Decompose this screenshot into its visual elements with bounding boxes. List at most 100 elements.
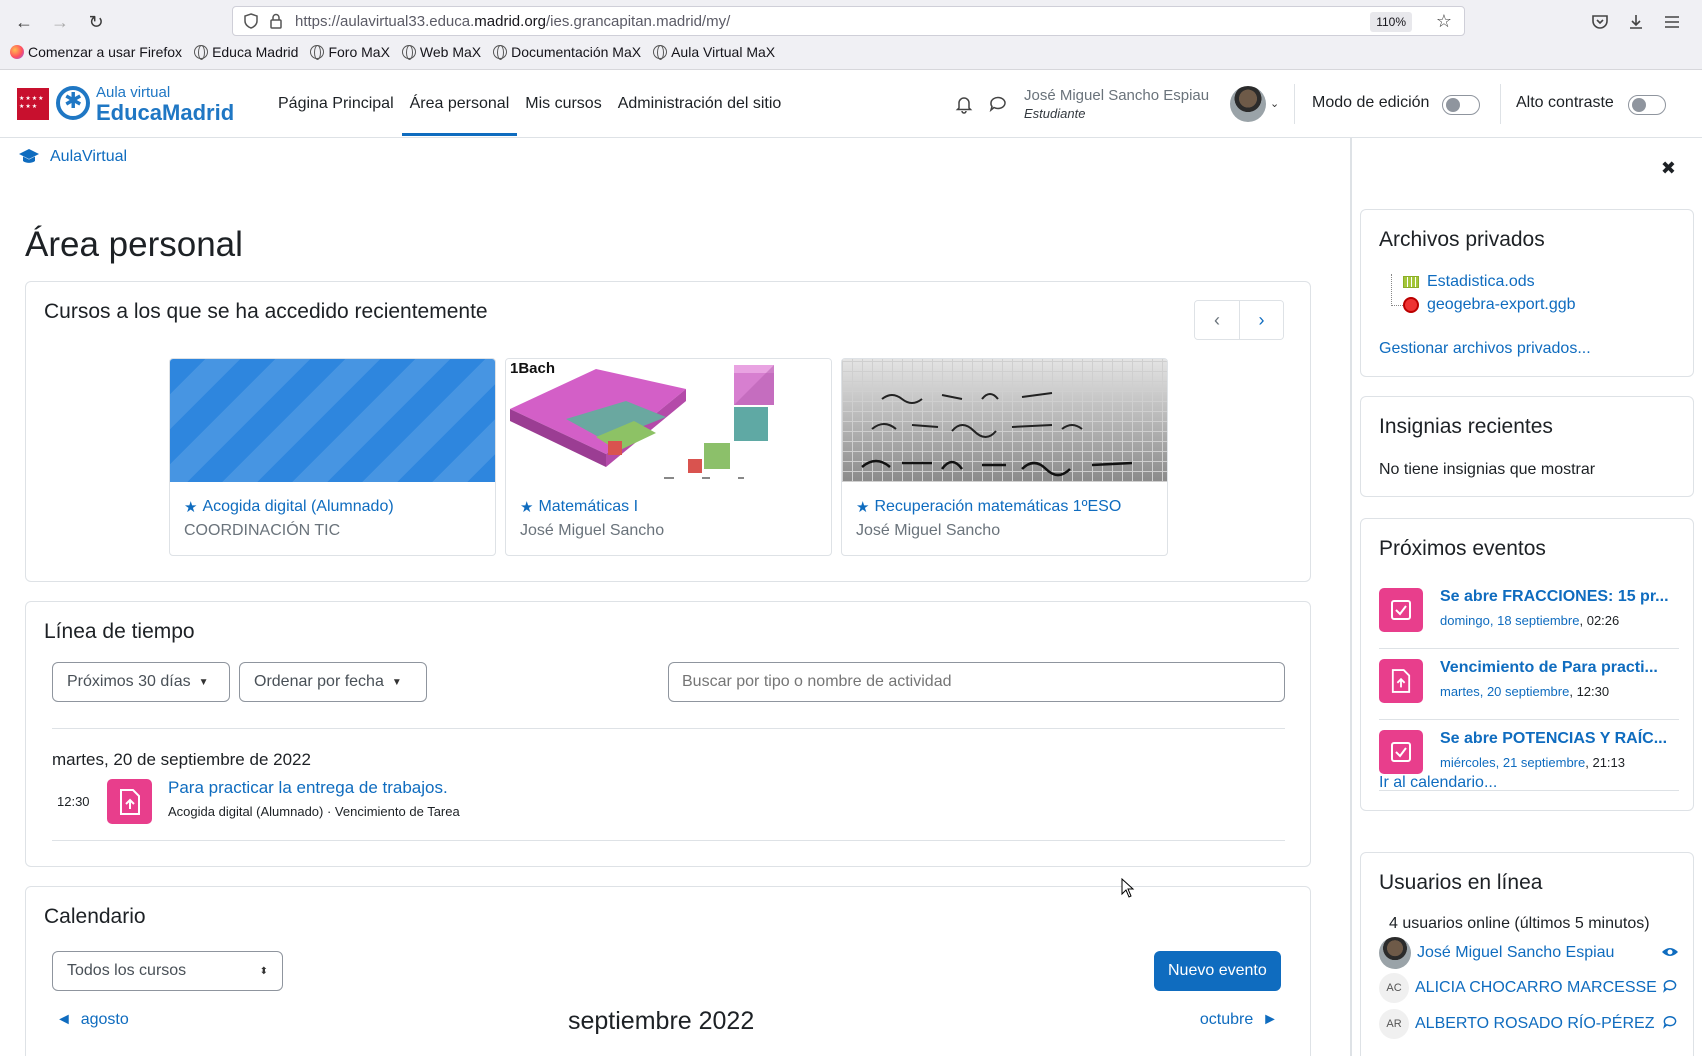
avatar[interactable] <box>1230 86 1266 122</box>
nav-dashboard[interactable]: Área personal <box>401 70 518 138</box>
course-image[interactable] <box>170 359 495 482</box>
recent-badges-block: Insignias recientes No tiene insignias q… <box>1360 396 1694 497</box>
bell-icon[interactable] <box>954 94 974 114</box>
calendar-block: Calendario Todos los cursos ⬍ Nuevo event… <box>25 886 1311 1056</box>
file-item[interactable]: Estadistica.ods <box>1403 273 1535 291</box>
new-event-button[interactable]: Nuevo evento <box>1154 951 1281 991</box>
course-teacher: José Miguel Sancho <box>520 522 665 539</box>
menu-icon[interactable] <box>1660 10 1684 34</box>
chevron-down-icon: ▼ <box>198 676 209 688</box>
globe-icon <box>653 45 668 60</box>
madrid-flag-logo[interactable] <box>17 88 49 120</box>
upcoming-event-item[interactable]: Vencimiento de Para practi... martes, 20… <box>1379 659 1679 715</box>
primary-navigation: Página Principal Área personal Mis curso… <box>270 70 789 138</box>
logo-title[interactable]: EducaMadrid <box>96 100 234 126</box>
previous-month-link[interactable]: ◄ agosto <box>56 1011 129 1029</box>
reload-icon[interactable]: ↻ <box>82 10 110 34</box>
course-link[interactable]: ★ Matemáticas I <box>520 498 638 516</box>
timeline-sort-filter[interactable]: Ordenar por fecha ▼ <box>239 662 427 702</box>
site-header: Aula virtual EducaMadrid Página Principa… <box>0 70 1702 138</box>
svg-text:1Bach: 1Bach <box>510 360 555 377</box>
chevron-down-icon[interactable]: ⌄ <box>1270 97 1279 110</box>
event-title[interactable]: Se abre POTENCIAS Y RAÍC... <box>1440 730 1667 748</box>
timeline-day-filter[interactable]: Próximos 30 días ▼ <box>52 662 230 702</box>
go-to-calendar-link[interactable]: Ir al calendario... <box>1379 774 1497 792</box>
course-card[interactable]: ★ Acogida digital (Alumnado) COORDINACIÓN… <box>169 358 496 556</box>
bookmark-item[interactable]: Foro MaX <box>310 44 390 60</box>
online-user-item[interactable]: AC ALICIA CHOCARRO MARCESSE <box>1379 973 1679 1003</box>
shield-icon <box>244 13 258 29</box>
mouse-cursor-icon <box>1121 878 1135 898</box>
timeline-event-time: 12:30 <box>57 794 90 809</box>
chevron-right-icon[interactable]: › <box>1239 301 1283 339</box>
bookmark-item[interactable]: Web MaX <box>401 44 481 60</box>
star-icon: ★ <box>520 499 534 516</box>
course-card[interactable]: ★ Recuperación matemáticas 1ºESO José Mig… <box>841 358 1168 556</box>
edit-mode-label: Modo de edición <box>1312 94 1430 111</box>
calendar-course-filter[interactable]: Todos los cursos ⬍ <box>52 951 283 991</box>
eye-icon[interactable] <box>1661 945 1679 962</box>
chevron-left-icon[interactable]: ‹ <box>1195 301 1239 339</box>
arrow-right-icon: ► <box>1262 1011 1278 1028</box>
file-item[interactable]: geogebra-export.ggb <box>1403 296 1576 314</box>
nav-site-admin[interactable]: Administración del sitio <box>610 70 790 138</box>
edit-mode-toggle[interactable] <box>1442 95 1480 115</box>
close-icon[interactable]: ✖ <box>1661 158 1676 179</box>
carousel-nav: ‹ › <box>1194 300 1284 340</box>
back-icon[interactable]: ← <box>10 10 38 34</box>
course-card[interactable]: 1Bach ★ Matemáticas I José Miguel Sancho <box>505 358 832 556</box>
high-contrast-toggle[interactable] <box>1628 95 1666 115</box>
forward-icon[interactable]: → <box>46 10 74 34</box>
educamadrid-logo-icon[interactable] <box>56 86 90 120</box>
timeline-event-link[interactable]: Para practicar la entrega de trabajos. <box>168 778 448 798</box>
message-icon[interactable] <box>1661 1014 1679 1034</box>
course-link[interactable]: ★ Recuperación matemáticas 1ºESO <box>856 498 1121 516</box>
event-title[interactable]: Vencimiento de Para practi... <box>1440 659 1658 677</box>
next-month-link[interactable]: octubre ► <box>1200 1011 1278 1029</box>
assignment-icon <box>1379 659 1423 703</box>
pocket-icon[interactable] <box>1588 10 1612 34</box>
page-title: Área personal <box>25 225 243 264</box>
upcoming-events-block: Próximos eventos Se abre FRACCIONES: 15 … <box>1360 518 1694 811</box>
event-date: martes, 20 septiembre, 12:30 <box>1440 684 1610 699</box>
bookmark-item[interactable]: Aula Virtual MaX <box>653 44 775 60</box>
graduation-cap-icon <box>19 149 39 163</box>
course-link[interactable]: ★ Acogida digital (Alumnado) <box>184 498 394 516</box>
bookmark-item[interactable]: Comenzar a usar Firefox <box>10 44 182 60</box>
course-image[interactable]: 1Bach <box>506 359 831 482</box>
messages-icon[interactable] <box>988 94 1008 114</box>
divider <box>1294 84 1295 124</box>
avatar: AR <box>1379 1009 1409 1039</box>
nav-home[interactable]: Página Principal <box>270 70 402 138</box>
download-icon[interactable] <box>1624 10 1648 34</box>
zoom-badge[interactable]: 110% <box>1370 12 1412 32</box>
upcoming-event-item[interactable]: Se abre FRACCIONES: 15 pr... domingo, 18… <box>1379 588 1679 644</box>
online-user-item[interactable]: AR ALBERTO ROSADO RÍO-PÉREZ <box>1379 1009 1679 1039</box>
high-contrast-label: Alto contraste <box>1516 94 1614 111</box>
event-title[interactable]: Se abre FRACCIONES: 15 pr... <box>1440 588 1669 606</box>
bookmarks-bar: Comenzar a usar Firefox Educa Madrid For… <box>10 44 775 60</box>
course-image[interactable] <box>842 359 1167 482</box>
event-date: domingo, 18 septiembre, 02:26 <box>1440 613 1620 628</box>
bookmark-item[interactable]: Documentación MaX <box>493 44 641 60</box>
nav-my-courses[interactable]: Mis cursos <box>517 70 609 138</box>
bookmark-star-icon[interactable]: ☆ <box>1436 11 1452 32</box>
event-date: miércoles, 21 septiembre, 21:13 <box>1440 755 1625 770</box>
sort-arrows-icon: ⬍ <box>259 965 268 977</box>
user-name[interactable]: José Miguel Sancho Espiau <box>1024 87 1209 104</box>
recent-courses-block: Cursos a los que se ha accedido reciente… <box>25 281 1311 582</box>
logo-subtitle[interactable]: Aula virtual <box>96 84 170 101</box>
bookmark-item[interactable]: Educa Madrid <box>194 44 298 60</box>
current-month: septiembre 2022 <box>568 1007 755 1035</box>
breadcrumb-link[interactable]: AulaVirtual <box>50 148 127 166</box>
manage-private-files-link[interactable]: Gestionar archivos privados... <box>1379 340 1591 358</box>
timeline-search-input[interactable] <box>668 662 1285 702</box>
url-bar[interactable]: https://aulavirtual33.educa.madrid.org/i… <box>232 6 1465 36</box>
globe-icon <box>310 45 325 60</box>
online-user-item[interactable]: José Miguel Sancho Espiau <box>1379 937 1679 969</box>
timeline-block: Línea de tiempo Próximos 30 días ▼ Ordena… <box>25 601 1311 867</box>
cubes-illustration: 1Bach <box>510 360 774 479</box>
message-icon[interactable] <box>1661 978 1679 998</box>
arrow-left-icon: ◄ <box>56 1011 72 1028</box>
lock-icon <box>270 13 282 29</box>
